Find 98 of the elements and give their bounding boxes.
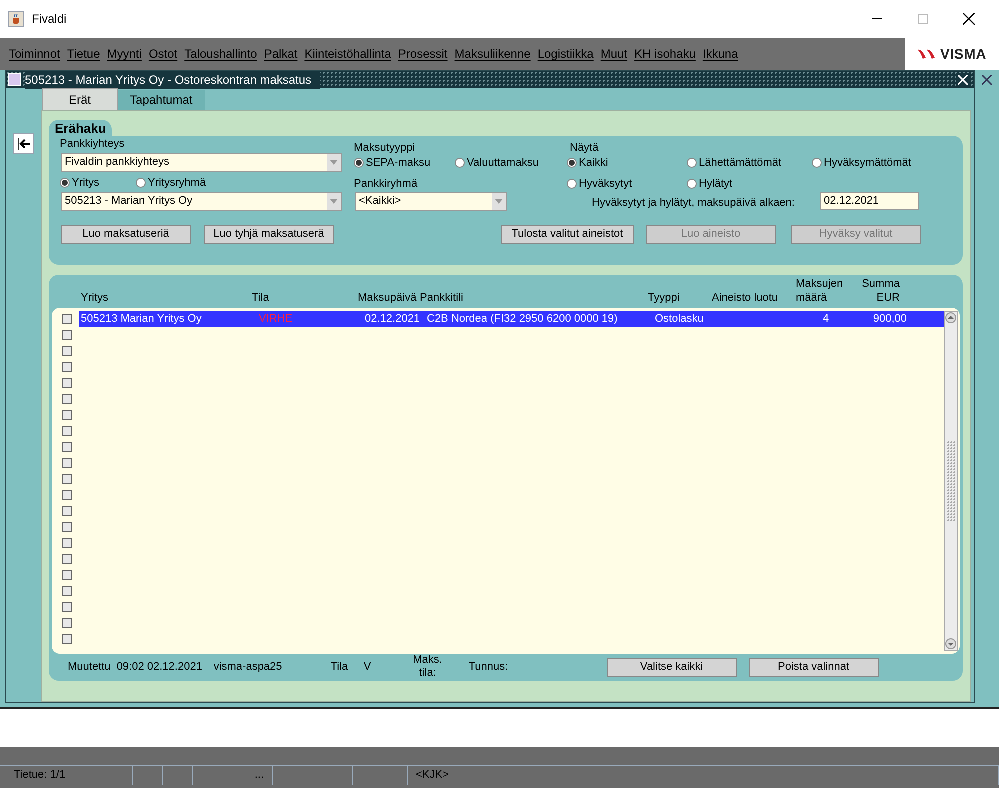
menu-item[interactable]: Logistiikka	[538, 45, 594, 63]
scroll-grip[interactable]	[947, 441, 955, 521]
cup-icon	[8, 11, 24, 27]
table-cell-text: 4	[822, 312, 830, 327]
radio-button[interactable]: Lähettämättömät	[687, 155, 782, 172]
menu-item[interactable]: Muut	[600, 45, 628, 63]
status-text: ...	[254, 768, 264, 784]
visma-logo: VISMA	[917, 44, 987, 64]
dropdown[interactable]: Fivaldin pankkiyhteys	[61, 153, 342, 172]
date-field[interactable]: 02.12.2021	[820, 192, 919, 210]
column-header: Tila	[252, 291, 270, 305]
checkbox[interactable]	[62, 442, 72, 452]
menu-item[interactable]: Myynti	[107, 45, 142, 63]
field-label: Tila	[330, 660, 350, 675]
column-header: Tyyppi	[648, 291, 681, 305]
table-cell-text: 900,00	[872, 312, 907, 327]
form-icon	[8, 73, 21, 86]
checkbox[interactable]	[62, 410, 72, 420]
tab[interactable]: Erät	[42, 88, 118, 110]
scrollbar[interactable]	[944, 311, 958, 651]
menu-item[interactable]: Ikkuna	[702, 45, 738, 63]
field-label: Pankkiyhteys	[60, 137, 125, 152]
column-header: Yritys	[80, 291, 110, 305]
radio-button[interactable]: Hyväksytyt	[567, 176, 632, 192]
menu-item[interactable]: KH isohaku	[634, 45, 696, 63]
scroll-up-icon[interactable]	[945, 312, 957, 324]
checkbox[interactable]	[62, 554, 72, 564]
field-value: visma-aspa25	[214, 660, 284, 675]
checkbox[interactable]	[62, 586, 72, 596]
field-label: Pankkiryhmä	[354, 177, 418, 192]
menu-item[interactable]: Palkat	[264, 45, 298, 63]
table-row[interactable]: 505213 Marian Yritys Oy VIRHE 02.12.2021 C2B Nordea (FI32 2950 6200 0000 19) Ostolasku 4 900,00	[79, 311, 944, 327]
checkbox[interactable]	[62, 570, 72, 580]
column-header: Pankkitili	[420, 291, 464, 305]
minimize-icon[interactable]	[872, 18, 882, 20]
checkbox[interactable]	[62, 474, 72, 484]
table-cell-text: 505213 Marian Yritys Oy	[80, 312, 203, 327]
menu-item[interactable]: Taloushallinto	[184, 45, 258, 63]
checkbox[interactable]	[62, 490, 72, 500]
table-cell-text: C2B Nordea (FI32 2950 6200 0000 19)	[427, 312, 619, 327]
field-label: Tunnus:	[468, 660, 510, 675]
button[interactable]: Valitse kaikki	[606, 658, 737, 676]
status-text: Tietue: 1/1	[14, 768, 66, 784]
radio-button[interactable]: Hylätyt	[687, 176, 733, 192]
button[interactable]: Tulosta valitut aineistot	[501, 225, 634, 244]
table-cell-text: VIRHE	[259, 312, 294, 327]
checkbox[interactable]	[62, 426, 72, 436]
table-cell-text: Ostolasku	[655, 312, 705, 327]
field-label: Maksutyyppi	[354, 141, 416, 156]
scroll-down-icon[interactable]	[945, 638, 957, 650]
menu-item[interactable]: Kiinteistöhallinta	[304, 45, 392, 63]
field-value: V	[364, 660, 372, 675]
field-label: Muutettu	[68, 660, 111, 675]
checkbox[interactable]	[62, 394, 72, 404]
checkbox[interactable]	[62, 522, 72, 532]
menu-item[interactable]: Ostot	[148, 45, 178, 63]
menu-item[interactable]: Prosessit	[398, 45, 448, 63]
radio-button[interactable]: SEPA-maksu	[354, 155, 431, 172]
checkbox[interactable]	[62, 314, 72, 324]
radio-button[interactable]: Hyväksymättömät	[812, 155, 912, 172]
checkbox[interactable]	[62, 330, 72, 340]
form-title: 505213 - Marian Yritys Oy - Ostoreskontran maksatus	[25, 70, 320, 88]
button[interactable]: Poista valinnat	[748, 658, 879, 676]
button[interactable]: Luo maksatuseriä	[61, 225, 191, 244]
window-title: Fivaldi	[32, 11, 68, 28]
checkbox[interactable]	[62, 618, 72, 628]
field-value: 09:02 02.12.2021	[116, 660, 204, 675]
radio-button[interactable]: Kaikki	[567, 155, 608, 172]
close-button[interactable]	[956, 72, 970, 86]
radio-button[interactable]: Yritysryhmä	[136, 175, 206, 192]
column-header: Aineisto luotu	[712, 291, 780, 305]
field-label: Hyväksytyt ja hylätyt, maksupäivä alkaen:	[592, 196, 795, 211]
field-label: Näytä	[570, 141, 599, 156]
tab[interactable]: Tapahtumat	[118, 90, 205, 110]
panel-title: Erähaku	[49, 120, 112, 136]
radio-button[interactable]: Yritys	[60, 175, 100, 192]
menu-item[interactable]: Maksuliikenne	[454, 45, 531, 63]
button[interactable]: Luo tyhjä maksatuserä	[204, 225, 334, 244]
column-header: Maksujen määrä	[795, 277, 844, 305]
checkbox[interactable]	[62, 506, 72, 516]
status-text: <KJK>	[416, 768, 450, 784]
dropdown[interactable]: 505213 - Marian Yritys Oy	[61, 192, 342, 211]
column-header: Maksupäivä	[358, 291, 418, 305]
radio-button[interactable]: Valuuttamaksu	[455, 155, 539, 172]
checkbox[interactable]	[62, 378, 72, 388]
menu-item[interactable]: Tietue	[67, 45, 100, 63]
column-header: Summa EUR	[861, 277, 900, 305]
close-button[interactable]	[979, 72, 995, 88]
dropdown[interactable]: <Kaikki>	[355, 192, 507, 211]
checkbox[interactable]	[62, 362, 72, 372]
checkbox[interactable]	[62, 602, 72, 612]
field-label: Maks. tila:	[412, 654, 444, 680]
checkbox[interactable]	[62, 634, 72, 644]
checkbox[interactable]	[62, 458, 72, 468]
checkbox[interactable]	[62, 538, 72, 548]
table-cell-text: 02.12.2021	[365, 312, 422, 327]
checkbox[interactable]	[62, 346, 72, 356]
menu-item[interactable]: Toiminnot	[9, 45, 60, 63]
